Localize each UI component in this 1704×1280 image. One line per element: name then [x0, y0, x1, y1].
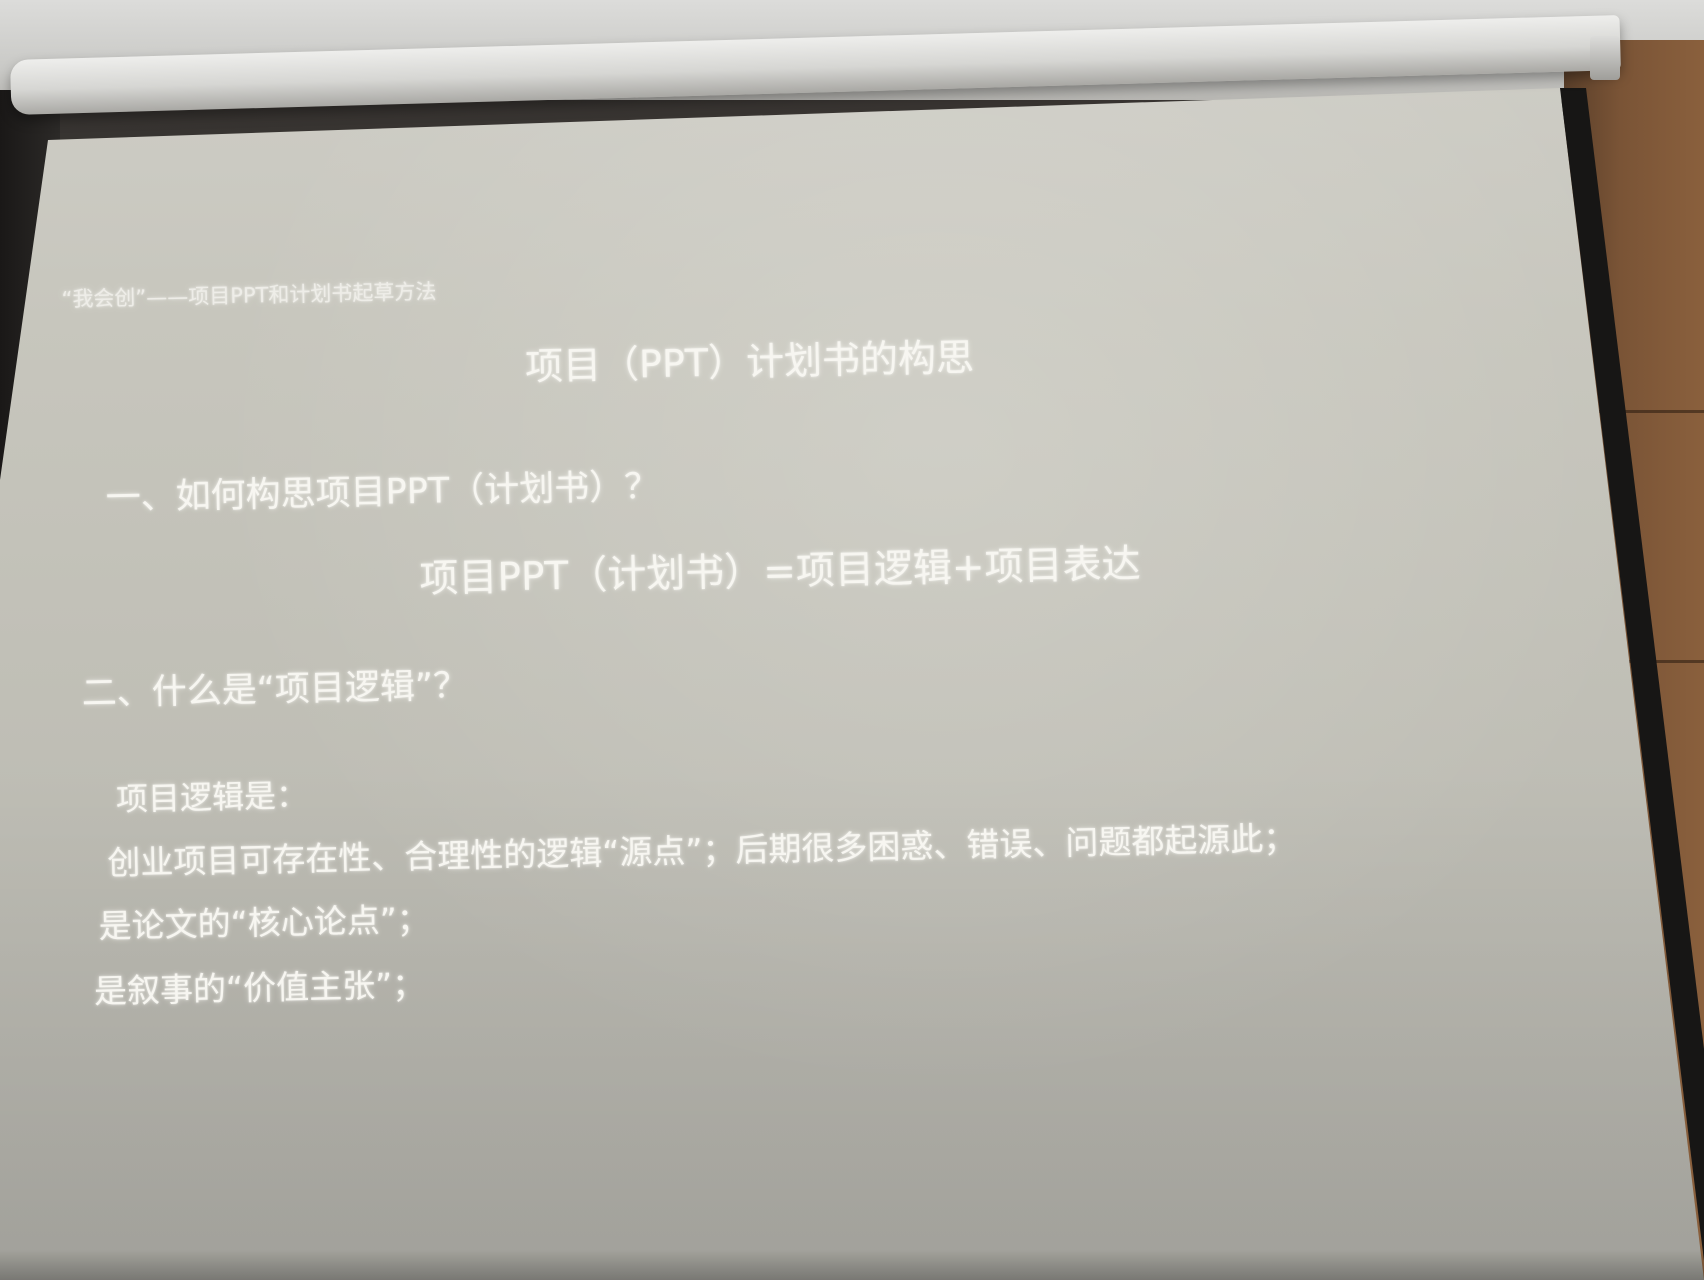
- logic-point: 是叙事的“价值主张”；: [93, 964, 426, 1011]
- slide-header: “我会创”——项目PPT和计划书起草方法: [61, 279, 437, 312]
- section-two-lead: 项目逻辑是：: [115, 776, 309, 819]
- section-one-formula: 项目PPT（计划书）=项目逻辑+项目表达: [419, 541, 1142, 602]
- logic-point: 是论文的“核心论点”；: [98, 899, 431, 946]
- logic-point: 创业项目可存在性、合理性的逻辑“源点”；后期很多困惑、错误、问题都起源此；: [106, 818, 1297, 883]
- projected-slide: “我会创”——项目PPT和计划书起草方法 项目（PPT）计划书的构思 一、如何构…: [0, 0, 1704, 1280]
- photo-scene: “我会创”——项目PPT和计划书起草方法 项目（PPT）计划书的构思 一、如何构…: [0, 0, 1704, 1280]
- section-one-question: 一、如何构思项目PPT（计划书）？: [105, 466, 660, 519]
- bottom-shadow: [0, 1250, 1704, 1280]
- slide-title: 项目（PPT）计划书的构思: [524, 335, 975, 389]
- section-two-question: 二、什么是“项目逻辑”？: [81, 665, 469, 715]
